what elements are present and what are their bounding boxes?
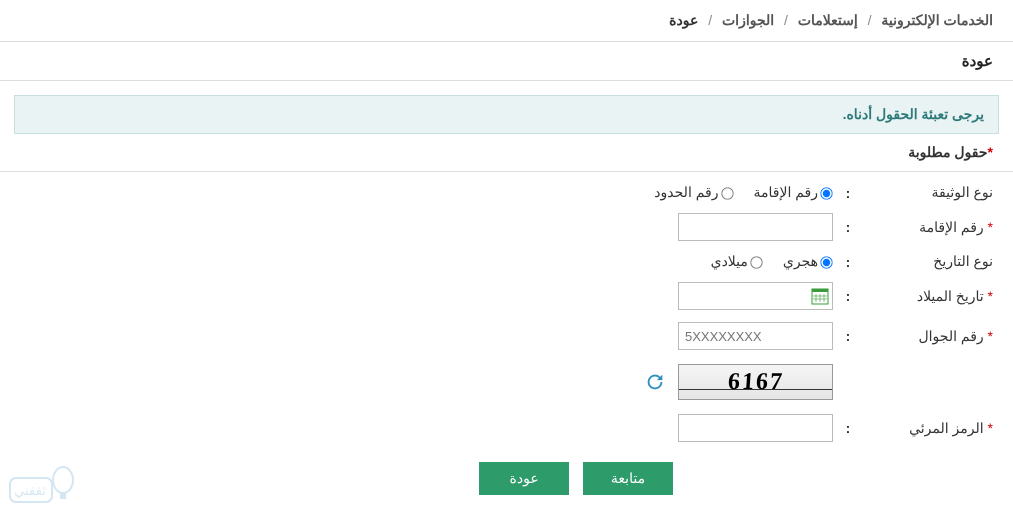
breadcrumb-item[interactable]: إستعلامات — [798, 12, 858, 28]
colon: : — [833, 288, 863, 304]
radio-hijri-input[interactable] — [820, 256, 832, 268]
calendar-icon[interactable] — [811, 287, 829, 305]
mobile-input[interactable] — [678, 322, 833, 350]
document-type-group: رقم الإقامة رقم الحدود — [636, 184, 833, 201]
label-mobile: * رقم الجوال — [863, 328, 993, 345]
breadcrumb-separator: / — [784, 12, 788, 28]
label-captcha: * الرمز المرئي — [863, 420, 993, 437]
continue-button[interactable]: متابعة — [583, 462, 673, 495]
panel-title: عودة — [0, 41, 1013, 81]
captcha-text: 6167 — [727, 369, 785, 396]
radio-border-input[interactable] — [721, 187, 733, 199]
colon: : — [833, 185, 863, 201]
back-button[interactable]: عودة — [479, 462, 569, 495]
captcha-input[interactable] — [678, 414, 833, 442]
iqama-number-input[interactable] — [678, 213, 833, 241]
refresh-icon[interactable] — [644, 371, 666, 393]
date-type-group: هجري ميلادي — [693, 253, 833, 270]
radio-iqama[interactable]: رقم الإقامة — [754, 184, 834, 201]
captcha-image: 6167 — [678, 364, 833, 400]
breadcrumb-item[interactable]: الخدمات الإلكترونية — [881, 12, 993, 28]
colon: : — [833, 420, 863, 436]
breadcrumb-item[interactable]: الجوازات — [722, 12, 774, 28]
radio-border[interactable]: رقم الحدود — [654, 184, 733, 201]
birth-date-input[interactable] — [678, 282, 833, 310]
colon: : — [833, 328, 863, 344]
breadcrumb-separator: / — [708, 12, 712, 28]
radio-gregorian-input[interactable] — [750, 256, 762, 268]
required-fields-note: *حقول مطلوبة — [0, 134, 1013, 172]
breadcrumb-current: عودة — [669, 12, 698, 28]
form: نوع الوثيقة : رقم الإقامة رقم الحدود * ر… — [0, 172, 1013, 529]
colon: : — [833, 254, 863, 270]
info-message: يرجى تعبئة الحقول أدناه. — [14, 95, 999, 134]
required-star: * — [988, 144, 993, 160]
radio-gregorian[interactable]: ميلادي — [711, 253, 763, 270]
breadcrumb-separator: / — [868, 12, 872, 28]
breadcrumb: الخدمات الإلكترونية / إستعلامات / الجواز… — [0, 0, 1013, 41]
radio-hijri[interactable]: هجري — [783, 253, 833, 270]
label-iqama-number: * رقم الإقامة — [863, 219, 993, 236]
label-document-type: نوع الوثيقة — [863, 184, 993, 201]
colon: : — [833, 219, 863, 235]
radio-iqama-input[interactable] — [820, 187, 832, 199]
label-date-type: نوع التاريخ — [863, 253, 993, 270]
label-birth-date: * تاريخ الميلاد — [863, 288, 993, 305]
